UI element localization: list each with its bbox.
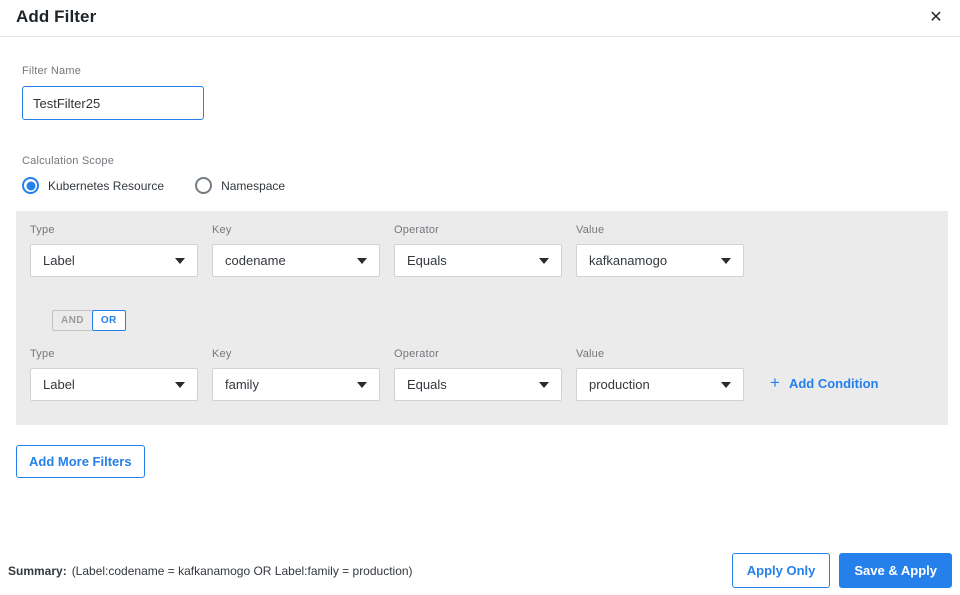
plus-icon: + bbox=[770, 373, 780, 392]
summary: Summary: (Label:codename = kafkanamogo OR… bbox=[8, 564, 413, 578]
operator-dropdown[interactable]: Equals bbox=[394, 368, 562, 401]
value-dropdown[interactable]: kafkanamogo bbox=[576, 244, 744, 277]
logic-toggle: AND OR bbox=[52, 310, 934, 331]
calculation-scope-options: Kubernetes Resource Namespace bbox=[22, 177, 960, 194]
operator-dropdown[interactable]: Equals bbox=[394, 244, 562, 277]
type-label: Type bbox=[30, 224, 55, 236]
operator-label: Operator bbox=[394, 224, 440, 236]
summary-label: Summary: bbox=[8, 563, 67, 578]
type-dropdown-value: Label bbox=[43, 377, 75, 392]
key-label: Key bbox=[212, 224, 232, 236]
radio-namespace[interactable]: Namespace bbox=[195, 177, 285, 194]
operator-dropdown-value: Equals bbox=[407, 377, 447, 392]
value-dropdown-value: kafkanamogo bbox=[589, 253, 668, 268]
key-dropdown[interactable]: codename bbox=[212, 244, 380, 277]
value-field: Value kafkanamogo bbox=[576, 224, 744, 277]
chevron-down-icon bbox=[721, 257, 731, 264]
type-dropdown-value: Label bbox=[43, 253, 75, 268]
dialog-header: Add Filter ✕ bbox=[0, 0, 960, 37]
filter-name-block: Filter Name bbox=[22, 65, 960, 120]
chevron-down-icon bbox=[175, 381, 185, 388]
apply-only-button[interactable]: Apply Only bbox=[731, 553, 831, 588]
page-title: Add Filter bbox=[16, 7, 97, 26]
key-field: Key family bbox=[212, 348, 380, 401]
chevron-down-icon bbox=[175, 257, 185, 264]
and-toggle-button[interactable]: AND bbox=[52, 310, 92, 331]
type-field: Type Label bbox=[30, 224, 198, 277]
calculation-scope-label: Calculation Scope bbox=[22, 155, 115, 167]
filter-name-input[interactable] bbox=[22, 86, 204, 120]
operator-label: Operator bbox=[394, 348, 440, 360]
operator-field: Operator Equals bbox=[394, 224, 562, 277]
key-dropdown-value: codename bbox=[225, 253, 286, 268]
value-field: Value production bbox=[576, 348, 744, 401]
chevron-down-icon bbox=[357, 381, 367, 388]
operator-dropdown-value: Equals bbox=[407, 253, 447, 268]
key-dropdown-value: family bbox=[225, 377, 259, 392]
add-condition-label: Add Condition bbox=[788, 375, 879, 391]
add-more-filters-button[interactable]: Add More Filters bbox=[16, 445, 145, 478]
chevron-down-icon bbox=[539, 381, 549, 388]
type-dropdown[interactable]: Label bbox=[30, 368, 198, 401]
chevron-down-icon bbox=[721, 381, 731, 388]
calculation-scope-block: Calculation Scope Kubernetes Resource Na… bbox=[22, 155, 960, 194]
type-label: Type bbox=[30, 348, 55, 360]
type-field: Type Label bbox=[30, 348, 198, 401]
type-dropdown[interactable]: Label bbox=[30, 244, 198, 277]
value-label: Value bbox=[576, 224, 605, 236]
condition-row-2: Type Label Key family Operator Equals Va… bbox=[30, 348, 934, 401]
radio-kubernetes-resource[interactable]: Kubernetes Resource bbox=[22, 177, 164, 194]
chevron-down-icon bbox=[539, 257, 549, 264]
add-condition-button[interactable]: + Add Condition bbox=[770, 373, 878, 393]
chevron-down-icon bbox=[357, 257, 367, 264]
summary-text: (Label:codename = kafkanamogo OR Label:f… bbox=[71, 563, 413, 578]
value-dropdown[interactable]: production bbox=[576, 368, 744, 401]
value-label: Value bbox=[576, 348, 605, 360]
conditions-panel: Type Label Key codename Operator Equals … bbox=[16, 211, 948, 425]
dialog-footer: Summary: (Label:codename = kafkanamogo OR… bbox=[8, 553, 952, 588]
close-icon[interactable]: ✕ bbox=[925, 7, 947, 29]
operator-field: Operator Equals bbox=[394, 348, 562, 401]
radio-unselected-icon[interactable] bbox=[195, 177, 213, 194]
radio-selected-icon[interactable] bbox=[22, 177, 39, 194]
footer-buttons: Apply Only Save & Apply bbox=[731, 553, 952, 588]
save-and-apply-button[interactable]: Save & Apply bbox=[839, 553, 952, 588]
or-toggle-button[interactable]: OR bbox=[91, 310, 126, 331]
key-label: Key bbox=[212, 348, 232, 360]
key-field: Key codename bbox=[212, 224, 380, 277]
filter-name-label: Filter Name bbox=[22, 65, 82, 77]
radio-label: Namespace bbox=[221, 178, 286, 193]
value-dropdown-value: production bbox=[589, 377, 650, 392]
radio-label: Kubernetes Resource bbox=[48, 178, 165, 193]
condition-row-1: Type Label Key codename Operator Equals … bbox=[30, 224, 934, 277]
key-dropdown[interactable]: family bbox=[212, 368, 380, 401]
